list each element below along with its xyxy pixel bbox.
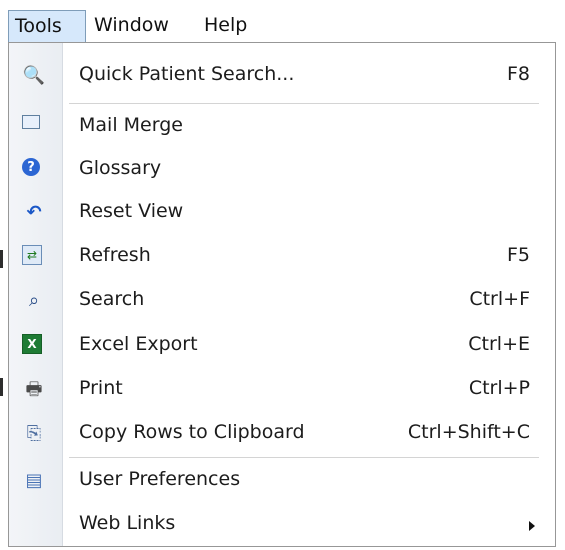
excel-icon: X	[22, 334, 42, 354]
menu-window[interactable]: Window	[88, 10, 175, 42]
menu-item-copy-rows[interactable]: ⎘ Copy Rows to Clipboard Ctrl+Shift+C	[9, 412, 555, 455]
menu-item-glossary[interactable]: ? Glossary	[9, 148, 555, 191]
menu-item-label: Search	[79, 288, 145, 310]
menu-item-label: Reset View	[79, 200, 184, 222]
menu-item-label: Quick Patient Search...	[79, 63, 295, 85]
menu-item-shortcut: F5	[506, 244, 530, 266]
menu-item-user-preferences[interactable]: ▤ User Preferences	[9, 459, 555, 502]
search-icon: 🔍	[22, 65, 46, 86]
menu-item-label: Glossary	[79, 157, 162, 179]
menu-tools[interactable]: Tools	[8, 10, 86, 42]
menu-item-label: Excel Export	[79, 333, 198, 355]
menu-item-refresh[interactable]: ⇄ Refresh F5	[9, 235, 555, 278]
menu-item-shortcut: F8	[506, 63, 530, 85]
menu-item-mail-merge[interactable]: Mail Merge	[9, 105, 555, 148]
undo-icon: ↶	[26, 202, 42, 223]
menu-item-print[interactable]: 🖶 Print Ctrl+P	[9, 368, 555, 411]
left-edge-marks	[0, 0, 8, 550]
tools-dropdown-menu: 🔍 Quick Patient Search... F8 Mail Merge …	[8, 42, 556, 547]
menu-item-shortcut: Ctrl+Shift+C	[407, 421, 530, 443]
menu-separator	[69, 457, 539, 458]
menu-item-label: Mail Merge	[79, 114, 183, 136]
edge-mark	[0, 250, 3, 268]
menu-item-label: User Preferences	[79, 468, 241, 490]
menu-item-shortcut: Ctrl+E	[468, 333, 530, 355]
menu-item-search[interactable]: ⌕ Search Ctrl+F	[9, 279, 555, 322]
menu-item-web-links[interactable]: Web Links	[9, 503, 555, 546]
menu-item-reset-view[interactable]: ↶ Reset View	[9, 191, 555, 234]
menu-item-shortcut: Ctrl+P	[468, 377, 530, 399]
menu-item-quick-patient-search[interactable]: 🔍 Quick Patient Search... F8	[9, 54, 555, 97]
preferences-icon: ▤	[25, 470, 43, 491]
edge-mark	[0, 378, 3, 396]
printer-icon: 🖶	[25, 379, 43, 400]
menu-item-label: Print	[79, 377, 123, 399]
menu-help[interactable]: Help	[198, 10, 253, 42]
help-circle-icon: ?	[22, 158, 40, 176]
menu-bar: Tools Window Help	[0, 0, 565, 44]
refresh-icon: ⇄	[22, 245, 42, 265]
binoculars-icon: ⌕	[28, 290, 40, 311]
menu-item-label: Web Links	[79, 512, 176, 534]
copy-icon: ⎘	[26, 423, 42, 444]
menu-item-excel-export[interactable]: X Excel Export Ctrl+E	[9, 324, 555, 367]
menu-item-shortcut: Ctrl+F	[469, 288, 530, 310]
mail-merge-icon	[22, 115, 40, 129]
menu-item-label: Refresh	[79, 244, 151, 266]
menu-separator	[69, 103, 539, 104]
submenu-arrow-icon	[529, 521, 535, 531]
menu-item-label: Copy Rows to Clipboard	[79, 421, 305, 443]
